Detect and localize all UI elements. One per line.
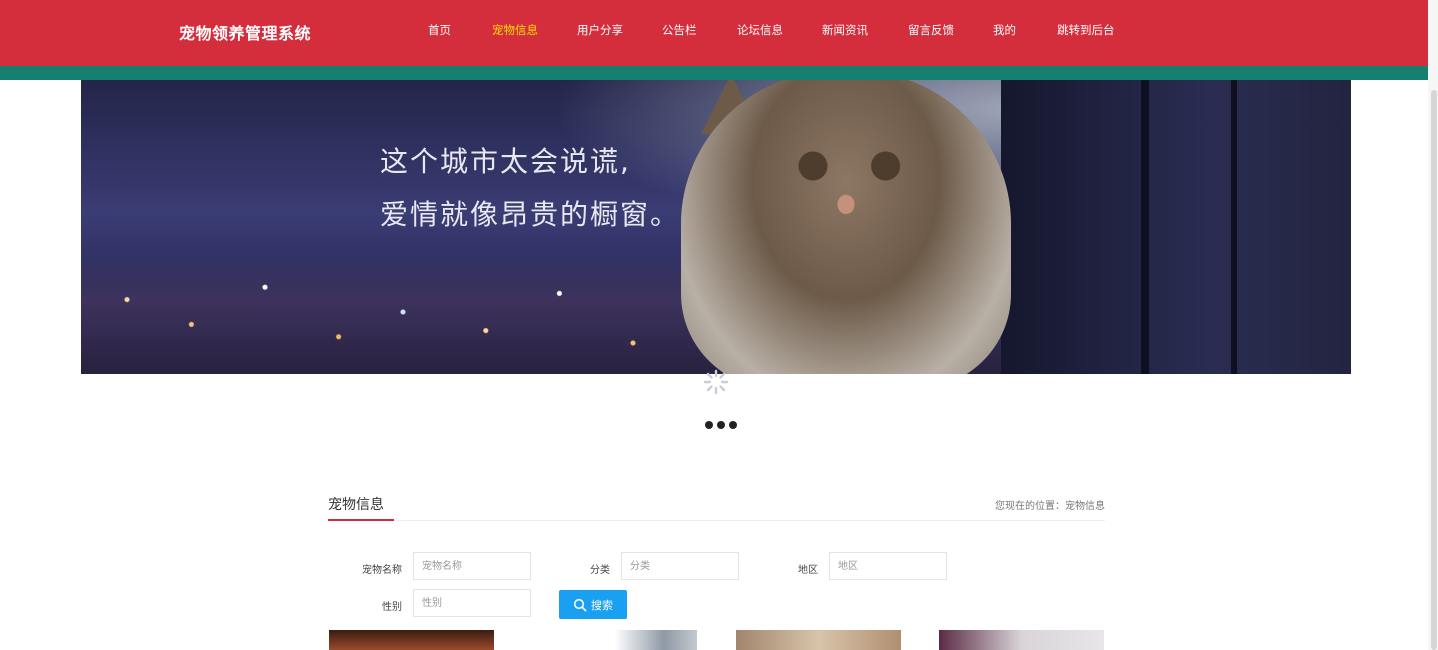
region-label: 地区 (798, 565, 818, 576)
search-button-label: 搜索 (591, 598, 613, 612)
carousel-dots[interactable] (705, 414, 741, 433)
nav-home[interactable]: 首页 (428, 22, 451, 38)
window-image (1001, 80, 1351, 374)
search-button[interactable]: 搜索 (559, 590, 627, 619)
cat-image (681, 80, 1011, 374)
gender-label: 性别 (382, 602, 402, 613)
pet-card-image[interactable] (329, 630, 494, 650)
accent-strip (0, 66, 1438, 80)
gender-input[interactable] (413, 589, 531, 617)
window-frame (1141, 80, 1149, 374)
window-frame (1231, 80, 1237, 374)
nav-forum[interactable]: 论坛信息 (737, 22, 783, 38)
section-title: 宠物信息 (328, 497, 384, 513)
nav-feedback[interactable]: 留言反馈 (908, 22, 954, 38)
loading-spinner-icon (703, 369, 729, 395)
carousel-dot[interactable] (717, 421, 725, 429)
nav-pet-info[interactable]: 宠物信息 (492, 22, 538, 38)
nav-bulletin[interactable]: 公告栏 (662, 22, 697, 38)
nav-news[interactable]: 新闻资讯 (822, 22, 868, 38)
pet-name-label: 宠物名称 (362, 565, 402, 576)
carousel-dot[interactable] (729, 421, 737, 429)
category-input[interactable] (621, 552, 739, 580)
pet-card-image[interactable] (939, 630, 1104, 650)
search-icon (573, 598, 587, 611)
banner-slogan-line-1: 这个城市太会说谎, (380, 145, 631, 178)
scrollbar[interactable] (1428, 0, 1438, 650)
banner-slogan-line-2: 爱情就像昂贵的橱窗。 (380, 198, 681, 231)
category-label: 分类 (590, 565, 610, 576)
site-brand[interactable]: 宠物领养管理系统 (179, 20, 311, 44)
divider (394, 520, 1105, 521)
nav-user-share[interactable]: 用户分享 (577, 22, 623, 38)
region-input[interactable] (829, 552, 947, 580)
scrollbar-thumb[interactable] (1431, 90, 1437, 650)
nav-mine[interactable]: 我的 (993, 22, 1016, 38)
nav-admin[interactable]: 跳转到后台 (1057, 22, 1115, 38)
hero-banner[interactable]: 这个城市太会说谎, 爱情就像昂贵的橱窗。 (81, 80, 1351, 374)
title-underline (328, 519, 394, 521)
carousel-dot[interactable] (705, 421, 713, 429)
breadcrumb: 您现在的位置：宠物信息 (995, 501, 1105, 512)
pet-name-input[interactable] (413, 552, 531, 580)
pet-card-image[interactable] (532, 630, 697, 650)
pet-card-image[interactable] (736, 630, 901, 650)
